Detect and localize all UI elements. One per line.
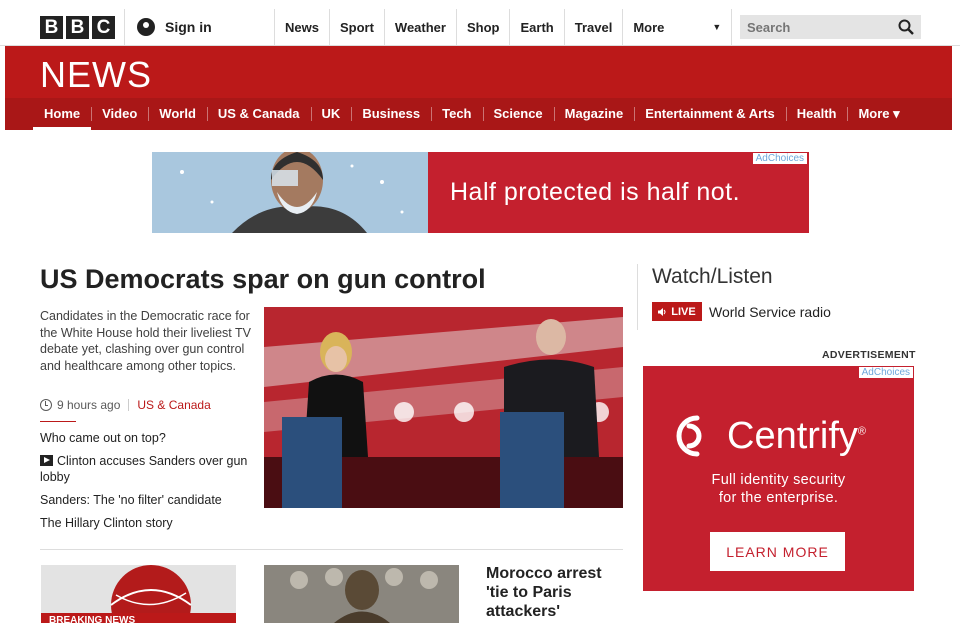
- news-nav-business[interactable]: Business: [351, 98, 431, 130]
- top-nav-sport[interactable]: Sport: [328, 9, 384, 46]
- search-icon[interactable]: [898, 19, 914, 35]
- section-divider: [40, 549, 623, 550]
- bbc-logo[interactable]: B B C: [40, 16, 115, 39]
- signin-link[interactable]: Sign in: [124, 9, 274, 45]
- search-box: [740, 15, 921, 39]
- logo-letter: C: [92, 16, 115, 39]
- news-nav-us-canada[interactable]: US & Canada: [206, 98, 311, 130]
- ad-image: [152, 152, 428, 233]
- news-nav-video[interactable]: Video: [91, 98, 148, 130]
- registered-mark: ®: [857, 424, 867, 437]
- ad-tagline-line: Full identity security: [711, 472, 846, 488]
- live-label: LIVE: [671, 305, 696, 318]
- ad-tagline: Full identity security for the enterpris…: [643, 471, 914, 507]
- watch-listen-title: Watch/Listen: [652, 265, 773, 288]
- news-nav-world[interactable]: World: [148, 98, 207, 130]
- centrify-brand-name: Centrify: [727, 414, 858, 457]
- top-nav-weather[interactable]: Weather: [383, 9, 456, 46]
- ad-tagline-line: for the enterprise.: [718, 490, 839, 506]
- side-ad[interactable]: AdChoices Centrify® Full identity securi…: [643, 366, 914, 591]
- logo-letter: B: [66, 16, 89, 39]
- related-link[interactable]: The Hillary Clinton story: [40, 515, 250, 531]
- news-nav-more[interactable]: More ▾: [847, 98, 910, 130]
- centrify-brand: Centrify®: [727, 415, 866, 458]
- story-meta: 9 hours ago US & Canada: [40, 398, 211, 412]
- learn-more-button[interactable]: LEARN MORE: [710, 532, 845, 571]
- ad-text: Half protected is half not.: [450, 178, 741, 206]
- related-links: Who came out on top? Clinton accuses San…: [40, 430, 250, 538]
- story-thumbnail[interactable]: [264, 565, 459, 623]
- related-link-video[interactable]: Clinton accuses Sanders over gun lobby: [40, 453, 250, 485]
- news-title[interactable]: NEWS: [40, 54, 152, 96]
- logo-letter: B: [40, 16, 63, 39]
- related-link-label: Clinton accuses Sanders over gun lobby: [40, 454, 248, 484]
- speaker-icon: [658, 307, 666, 316]
- news-nav-uk[interactable]: UK: [310, 98, 352, 130]
- top-nav-travel[interactable]: Travel: [563, 9, 623, 46]
- column-divider: [637, 264, 638, 330]
- news-nav-more-label: More: [858, 106, 890, 121]
- news-nav-entertainment-arts[interactable]: Entertainment & Arts: [634, 98, 786, 130]
- ad-illustration: [152, 152, 428, 233]
- news-nav-home[interactable]: Home: [33, 98, 92, 130]
- debate-photo: [264, 307, 623, 508]
- chevron-down-icon: ▾: [893, 106, 900, 121]
- adchoices-link[interactable]: AdChoices: [858, 367, 913, 378]
- story-category-link[interactable]: US & Canada: [137, 398, 210, 412]
- news-nav-tech[interactable]: Tech: [431, 98, 482, 130]
- top-ad-banner[interactable]: Half protected is half not. AdChoices: [152, 152, 809, 233]
- centrify-logo: Centrify®: [667, 410, 866, 462]
- live-badge[interactable]: LIVE: [652, 302, 702, 321]
- top-nav-news[interactable]: News: [274, 9, 329, 46]
- main-summary: Candidates in the Democratic race for th…: [40, 309, 251, 373]
- news-nav: Home Video World US & Canada UK Business…: [5, 98, 952, 130]
- live-item-link[interactable]: World Service radio: [709, 304, 831, 320]
- main-headline[interactable]: US Democrats spar on gun control: [40, 264, 486, 295]
- advertisement-label: ADVERTISEMENT: [822, 349, 916, 361]
- news-nav-science[interactable]: Science: [482, 98, 554, 130]
- news-banner: NEWS Home Video World US & Canada UK Bus…: [5, 46, 952, 130]
- story-headline[interactable]: Morocco arrest 'tie to Paris attackers': [486, 564, 626, 621]
- chevron-down-icon: ▼: [712, 22, 722, 32]
- centrify-logo-icon: [676, 415, 702, 457]
- top-nav-shop[interactable]: Shop: [455, 9, 510, 46]
- related-link[interactable]: Sanders: The 'no filter' candidate: [40, 492, 250, 508]
- meta-divider: [128, 399, 130, 411]
- news-nav-health[interactable]: Health: [785, 98, 848, 130]
- related-divider: [40, 421, 76, 422]
- signin-label: Sign in: [165, 19, 212, 35]
- story-time: 9 hours ago: [57, 398, 121, 412]
- story-thumbnail[interactable]: BREAKING NEWS: [41, 565, 236, 623]
- top-nav-earth[interactable]: Earth: [509, 9, 563, 46]
- top-nav-more-label: More: [633, 20, 665, 35]
- news-nav-magazine[interactable]: Magazine: [553, 98, 635, 130]
- statue-photo: [264, 565, 459, 623]
- adchoices-link[interactable]: AdChoices: [752, 153, 807, 164]
- user-icon: [137, 18, 155, 36]
- breaking-news-label: BREAKING NEWS: [49, 615, 136, 623]
- related-link[interactable]: Who came out on top?: [40, 430, 250, 446]
- top-nav-more[interactable]: More ▼: [622, 9, 733, 46]
- ad-red-panel: Half protected is half not. AdChoices: [428, 152, 809, 233]
- clock-icon: [40, 399, 52, 411]
- play-icon: [40, 455, 53, 466]
- main-story-image[interactable]: [264, 307, 623, 508]
- top-nav: News Sport Weather Shop Earth Travel Mor…: [274, 9, 733, 46]
- search-input[interactable]: [740, 15, 890, 39]
- bbc-top-bar: B B C Sign in News Sport Weather Shop Ea…: [0, 0, 960, 46]
